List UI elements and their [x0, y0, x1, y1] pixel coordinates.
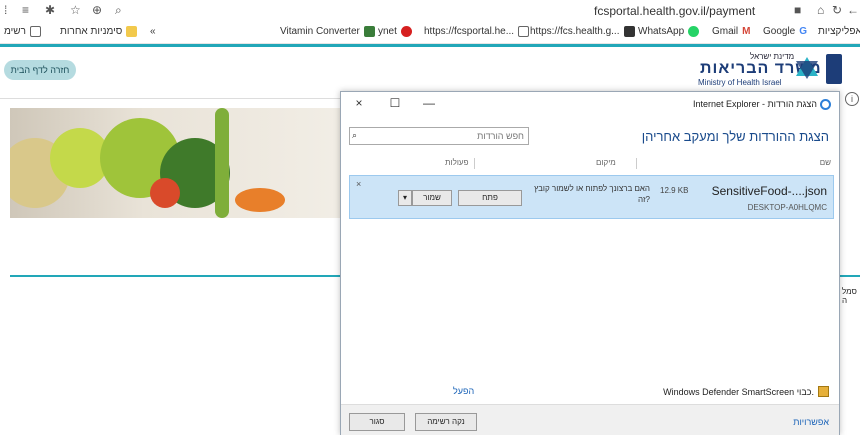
- dialog-footer: סגור נקה רשימה אפשרויות: [341, 404, 839, 435]
- smartscreen-status: Windows Defender SmartScreen כבוי.: [663, 386, 829, 397]
- google-icon: G: [799, 26, 808, 37]
- extension-icon[interactable]: ⁞: [4, 3, 7, 17]
- download-item-row[interactable]: × ▾ שמור פתח האם ברצונך לפתוח או לשמור ק…: [349, 175, 834, 219]
- dialog-title: Internet Explorer - הצגת הורדות: [692, 99, 817, 109]
- bookmark-label: Google: [763, 26, 796, 37]
- shield-icon: [818, 386, 829, 397]
- carrot-shape: [235, 188, 285, 212]
- close-button[interactable]: סגור: [349, 413, 405, 431]
- vegetables-banner-image: [10, 108, 345, 218]
- share-icon[interactable]: ⊕: [92, 3, 102, 17]
- ynet-icon: [400, 26, 412, 37]
- state-emblem-icon: [826, 54, 842, 84]
- section-accent-line-right: [839, 275, 860, 277]
- lock-icon[interactable]: ■: [794, 3, 801, 17]
- bookmark-label: Gmail: [712, 26, 739, 37]
- reading-list-icon: [29, 26, 41, 37]
- clear-list-button[interactable]: נקה רשימה: [415, 413, 477, 431]
- download-search-box[interactable]: ⌕: [349, 127, 529, 145]
- download-search-input[interactable]: [364, 129, 524, 143]
- tomato-shape: [150, 178, 180, 208]
- bookmark-label: https://fcsportal.he...: [424, 26, 515, 37]
- dialog-maximize-button[interactable]: ☐: [387, 96, 403, 110]
- bookmark-label: אפליקציות: [818, 26, 860, 37]
- side-text: סמל ה: [842, 287, 857, 305]
- bookmark-ynet[interactable]: ynet: [378, 26, 412, 37]
- column-location[interactable]: מיקום: [596, 158, 616, 167]
- bookmark-gmail[interactable]: Gmail M: [712, 26, 750, 37]
- internet-explorer-icon: [820, 99, 831, 110]
- angular-icon: [623, 26, 635, 37]
- bookmark-label: סימניות אחרות: [60, 26, 123, 37]
- open-or-save-question: האם ברצונך לפתוח או לשמור קובץ זה?: [534, 184, 650, 204]
- downloads-dialog: × ☐ — Internet Explorer - הצגת הורדות הצ…: [340, 91, 840, 435]
- bookmark-other[interactable]: סימניות אחרות: [60, 26, 138, 37]
- leek-shape: [215, 108, 229, 218]
- download-column-headers: שם מיקום פעולות: [341, 156, 839, 172]
- bookmark-fcsportal[interactable]: https://fcsportal.he...: [424, 26, 530, 37]
- save-button[interactable]: שמור: [412, 190, 452, 206]
- bookmark-label: Vitamin Converter: [280, 26, 360, 37]
- bookmark-label: https://fcs.health.g...: [530, 26, 620, 37]
- bookmark-label: WhatsApp: [638, 26, 685, 37]
- pin-icon[interactable]: ✱: [45, 3, 55, 17]
- bookmark-apps[interactable]: אפליקציות: [818, 26, 860, 37]
- bookmark-whatsapp[interactable]: WhatsApp: [638, 26, 700, 37]
- column-name[interactable]: שם: [820, 158, 831, 167]
- address-bar-url[interactable]: fcsportal.health.gov.il/payment: [594, 4, 755, 18]
- dialog-titlebar[interactable]: × ☐ — Internet Explorer - הצגת הורדות: [341, 92, 839, 116]
- star-icon[interactable]: ☆: [70, 3, 81, 17]
- logo-english-text: Ministry of Health Israel: [698, 78, 782, 87]
- column-separator: [636, 158, 637, 169]
- divider: [0, 98, 345, 99]
- bookmark-label: רשימ: [4, 26, 26, 37]
- return-home-button[interactable]: חזרה לדף הבית: [4, 60, 76, 80]
- star-of-david-icon: [796, 57, 818, 79]
- column-separator: [474, 158, 475, 169]
- dialog-minimize-button[interactable]: —: [421, 96, 437, 110]
- header-accent-line: [0, 44, 860, 47]
- playlist-icon[interactable]: ≡: [22, 3, 29, 17]
- folder-icon: [126, 26, 138, 37]
- smartscreen-text: Windows Defender SmartScreen כבוי.: [663, 386, 814, 397]
- search-icon[interactable]: ⌕: [115, 3, 122, 18]
- refresh-icon[interactable]: ↻: [832, 3, 842, 17]
- section-accent-line: [10, 275, 345, 277]
- open-button[interactable]: פתח: [458, 190, 522, 206]
- whatsapp-icon: [688, 26, 700, 37]
- browser-toolbar: ⁞ ≡ ✱ ☆ ⊕ ⌕ fcsportal.health.gov.il/paym…: [0, 0, 860, 22]
- options-link[interactable]: אפשרויות: [793, 417, 829, 427]
- bookmark-fcs-health[interactable]: https://fcs.health.g...: [530, 26, 635, 37]
- bookmark-more[interactable]: «: [150, 26, 156, 37]
- bookmarks-bar: רשימ סימניות אחרות « Vitamin Converter y…: [0, 22, 860, 44]
- ministry-logo[interactable]: מדינת ישראל משרד הבריאות Ministry of Hea…: [690, 52, 842, 88]
- dialog-heading: הצגת ההורדות שלך ומעקב אחריהן: [641, 129, 829, 144]
- search-icon: ⌕: [352, 130, 358, 140]
- bookmark-reading-list[interactable]: רשימ: [4, 26, 41, 37]
- dialog-close-button[interactable]: ×: [351, 96, 367, 110]
- gmail-icon: M: [742, 26, 751, 37]
- bookmark-vitamin[interactable]: Vitamin Converter: [280, 26, 375, 37]
- enable-smartscreen-link[interactable]: הפעל: [453, 386, 474, 396]
- back-icon[interactable]: ←: [847, 3, 859, 17]
- column-actions[interactable]: פעולות: [445, 158, 468, 167]
- info-icon[interactable]: i: [845, 92, 859, 106]
- dismiss-download-icon[interactable]: ×: [356, 179, 361, 189]
- file-source: DESKTOP-A0HLQMC: [747, 203, 827, 212]
- vitamin-icon: [363, 26, 375, 37]
- page-icon: [518, 26, 530, 37]
- save-dropdown-button[interactable]: ▾: [398, 190, 412, 206]
- bookmark-google[interactable]: Google G: [763, 26, 807, 37]
- home-icon[interactable]: ⌂: [817, 3, 824, 17]
- file-size: 12.9 KB: [660, 186, 689, 195]
- bookmark-label: ynet: [378, 26, 397, 37]
- file-name: SensitiveFood-....json: [711, 184, 827, 198]
